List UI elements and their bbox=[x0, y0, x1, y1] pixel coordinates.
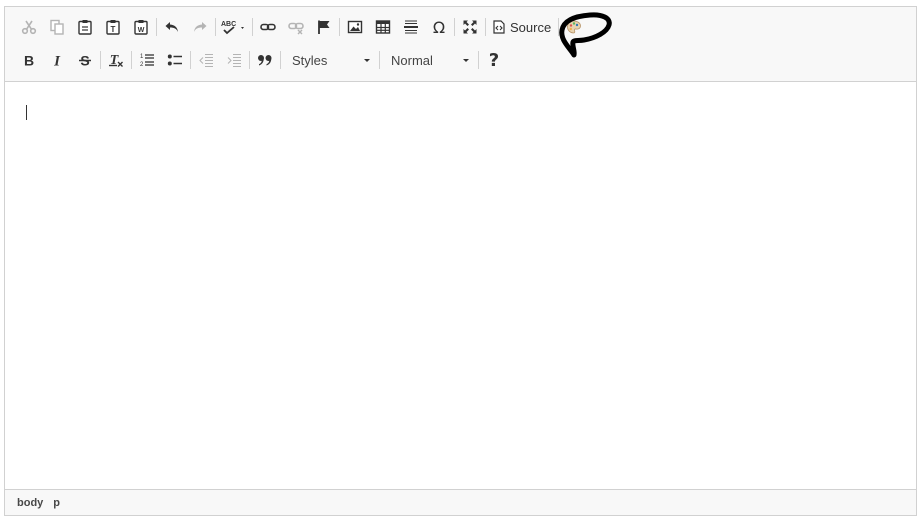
toolbar-row-1: T W ABC Ω Source bbox=[15, 13, 588, 41]
format-dropdown[interactable]: Normal bbox=[383, 48, 475, 72]
special-char-icon: Ω bbox=[433, 19, 445, 35]
svg-text:1: 1 bbox=[140, 54, 144, 60]
path-item-p[interactable]: p bbox=[53, 497, 60, 509]
source-icon bbox=[493, 20, 505, 34]
strikethrough-icon: S bbox=[79, 53, 91, 68]
unlink-button[interactable] bbox=[282, 14, 310, 40]
path-item-body[interactable]: body bbox=[17, 497, 43, 509]
indent-icon bbox=[227, 54, 241, 67]
bold-icon: B bbox=[24, 53, 34, 69]
link-button[interactable] bbox=[254, 14, 282, 40]
image-icon bbox=[347, 20, 363, 34]
redo-button[interactable] bbox=[186, 14, 214, 40]
source-label: Source bbox=[510, 19, 552, 35]
blockquote-button[interactable] bbox=[251, 47, 279, 73]
remove-format-button[interactable]: T bbox=[102, 47, 130, 73]
italic-icon: I bbox=[53, 54, 61, 69]
format-dropdown-label: Normal bbox=[391, 52, 433, 68]
anchor-icon bbox=[318, 20, 330, 34]
maximize-icon bbox=[463, 20, 477, 34]
text-cursor bbox=[26, 105, 27, 120]
toolbar-separator bbox=[190, 51, 191, 69]
toolbar-separator bbox=[215, 18, 216, 36]
help-icon: ? bbox=[488, 49, 500, 71]
chevron-down-icon bbox=[364, 58, 370, 62]
remove-format-icon: T bbox=[109, 53, 123, 68]
toolbar-separator bbox=[280, 51, 281, 69]
strikethrough-button[interactable]: S bbox=[71, 47, 99, 73]
svg-text:Ω: Ω bbox=[433, 19, 445, 35]
indent-button[interactable] bbox=[220, 47, 248, 73]
undo-icon bbox=[165, 22, 178, 32]
toolbar-separator bbox=[100, 51, 101, 69]
paste-from-word-button[interactable]: W bbox=[127, 14, 155, 40]
italic-button[interactable]: I bbox=[43, 47, 71, 73]
styles-dropdown[interactable]: Styles bbox=[284, 48, 376, 72]
spellcheck-icon: ABC bbox=[221, 21, 244, 35]
link-icon bbox=[260, 23, 276, 31]
table-button[interactable] bbox=[369, 14, 397, 40]
paste-text-icon: T bbox=[106, 20, 120, 35]
toolbar-separator bbox=[131, 51, 132, 69]
source-button[interactable]: Source bbox=[487, 14, 557, 40]
paste-icon bbox=[78, 20, 92, 35]
styles-dropdown-label: Styles bbox=[292, 52, 328, 68]
svg-text:B: B bbox=[24, 53, 34, 69]
toolbar-separator bbox=[478, 51, 479, 69]
toolbar-separator bbox=[156, 18, 157, 36]
help-button[interactable]: ? bbox=[480, 47, 508, 73]
bulleted-list-button[interactable] bbox=[161, 47, 189, 73]
toolbar-separator bbox=[249, 51, 250, 69]
toolbar-row-2: B I S T 1 2 Styles Normal ? bbox=[15, 46, 508, 74]
bulleted-list-icon bbox=[167, 54, 182, 66]
cut-button[interactable] bbox=[15, 14, 43, 40]
bold-button[interactable]: B bbox=[15, 47, 43, 73]
editor-toolbar: T W ABC Ω Source B I S T 1 2 Styles Norm… bbox=[5, 7, 916, 82]
horizontal-line-button[interactable] bbox=[397, 14, 425, 40]
undo-button[interactable] bbox=[158, 14, 186, 40]
toolbar-separator bbox=[339, 18, 340, 36]
copy-icon bbox=[50, 19, 64, 35]
outdent-button[interactable] bbox=[192, 47, 220, 73]
paste-button[interactable] bbox=[71, 14, 99, 40]
image-button[interactable] bbox=[341, 14, 369, 40]
element-path-bar: body p bbox=[5, 489, 916, 515]
toolbar-separator bbox=[454, 18, 455, 36]
copy-button[interactable] bbox=[43, 14, 71, 40]
outdent-icon bbox=[199, 54, 213, 67]
svg-text:T: T bbox=[111, 25, 116, 34]
horizontal-line-icon bbox=[404, 20, 418, 34]
spellcheck-button[interactable]: ABC bbox=[217, 14, 251, 40]
special-char-button[interactable]: Ω bbox=[425, 14, 453, 40]
rich-text-editor: T W ABC Ω Source B I S T 1 2 Styles Norm… bbox=[4, 6, 917, 516]
paste-text-button[interactable]: T bbox=[99, 14, 127, 40]
numbered-list-icon: 1 2 bbox=[140, 54, 154, 68]
svg-text:W: W bbox=[138, 27, 145, 34]
toolbar-separator bbox=[379, 51, 380, 69]
unlink-icon bbox=[288, 22, 304, 35]
cut-icon bbox=[21, 20, 37, 35]
plugin-palette-button[interactable] bbox=[560, 14, 588, 40]
svg-text:I: I bbox=[53, 54, 61, 69]
svg-text:2: 2 bbox=[140, 62, 144, 68]
toolbar-separator bbox=[558, 18, 560, 36]
paste-from-word-icon: W bbox=[134, 20, 148, 35]
numbered-list-button[interactable]: 1 2 bbox=[133, 47, 161, 73]
plugin-palette-icon bbox=[567, 20, 582, 34]
anchor-button[interactable] bbox=[310, 14, 338, 40]
maximize-button[interactable] bbox=[456, 14, 484, 40]
table-icon bbox=[375, 20, 391, 34]
editor-content-area[interactable] bbox=[5, 82, 916, 490]
toolbar-separator bbox=[485, 18, 486, 36]
chevron-down-icon bbox=[463, 58, 469, 62]
blockquote-icon bbox=[258, 55, 272, 66]
redo-icon bbox=[194, 22, 207, 32]
toolbar-separator bbox=[252, 18, 253, 36]
